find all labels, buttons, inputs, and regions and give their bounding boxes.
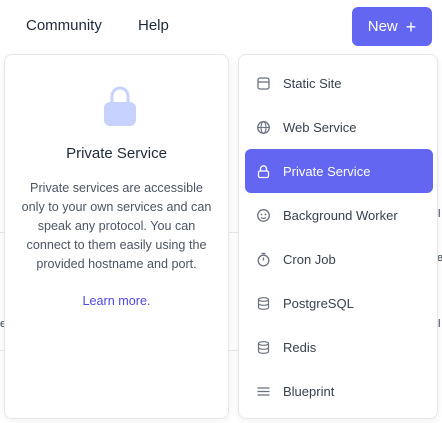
- menu-item-blueprint[interactable]: Blueprint: [245, 369, 433, 413]
- plus-icon: +: [405, 16, 417, 37]
- panel-title: Private Service: [66, 145, 167, 162]
- learn-more-link[interactable]: Learn more.: [5, 294, 228, 308]
- menu-item-label: Blueprint: [283, 383, 335, 399]
- menu-item-private-service[interactable]: Private Service: [245, 149, 433, 193]
- nav-help-link[interactable]: Help: [138, 17, 169, 35]
- menu-item-label: Background Worker: [283, 207, 398, 223]
- stopwatch-icon: [256, 252, 271, 267]
- blueprint-icon: [256, 384, 271, 399]
- menu-item-label: Redis: [283, 339, 317, 355]
- worker-icon: [256, 208, 271, 223]
- database-icon: [256, 340, 271, 355]
- database-icon: [256, 296, 271, 311]
- lock-icon: [103, 85, 137, 127]
- menu-item-label: Web Service: [283, 119, 357, 135]
- globe-icon: [256, 120, 271, 135]
- new-button-label: New: [367, 18, 398, 35]
- static-site-icon: [256, 76, 271, 91]
- menu-item-background-worker[interactable]: Background Worker: [245, 193, 433, 237]
- new-button[interactable]: New +: [352, 7, 432, 46]
- menu-item-label: PostgreSQL: [283, 295, 354, 311]
- panel-description: Private services are accessible only to …: [21, 181, 212, 271]
- nav-community-link[interactable]: Community: [26, 17, 102, 35]
- menu-item-label: Static Site: [283, 75, 342, 91]
- service-description-panel: Private Service Private services are acc…: [4, 54, 229, 419]
- menu-item-cron-job[interactable]: Cron Job: [245, 237, 433, 281]
- menu-item-static-site[interactable]: Static Site: [245, 61, 433, 105]
- menu-item-label: Private Service: [283, 163, 371, 179]
- new-service-menu: Static Site Web Service Private Service …: [238, 54, 438, 419]
- lock-icon: [256, 164, 271, 179]
- backdrop-text-fragment: l: [438, 208, 441, 220]
- menu-item-label: Cron Job: [283, 251, 336, 267]
- backdrop-text-fragment: l: [438, 318, 441, 330]
- menu-item-postgresql[interactable]: PostgreSQL: [245, 281, 433, 325]
- menu-item-web-service[interactable]: Web Service: [245, 105, 433, 149]
- menu-item-redis[interactable]: Redis: [245, 325, 433, 369]
